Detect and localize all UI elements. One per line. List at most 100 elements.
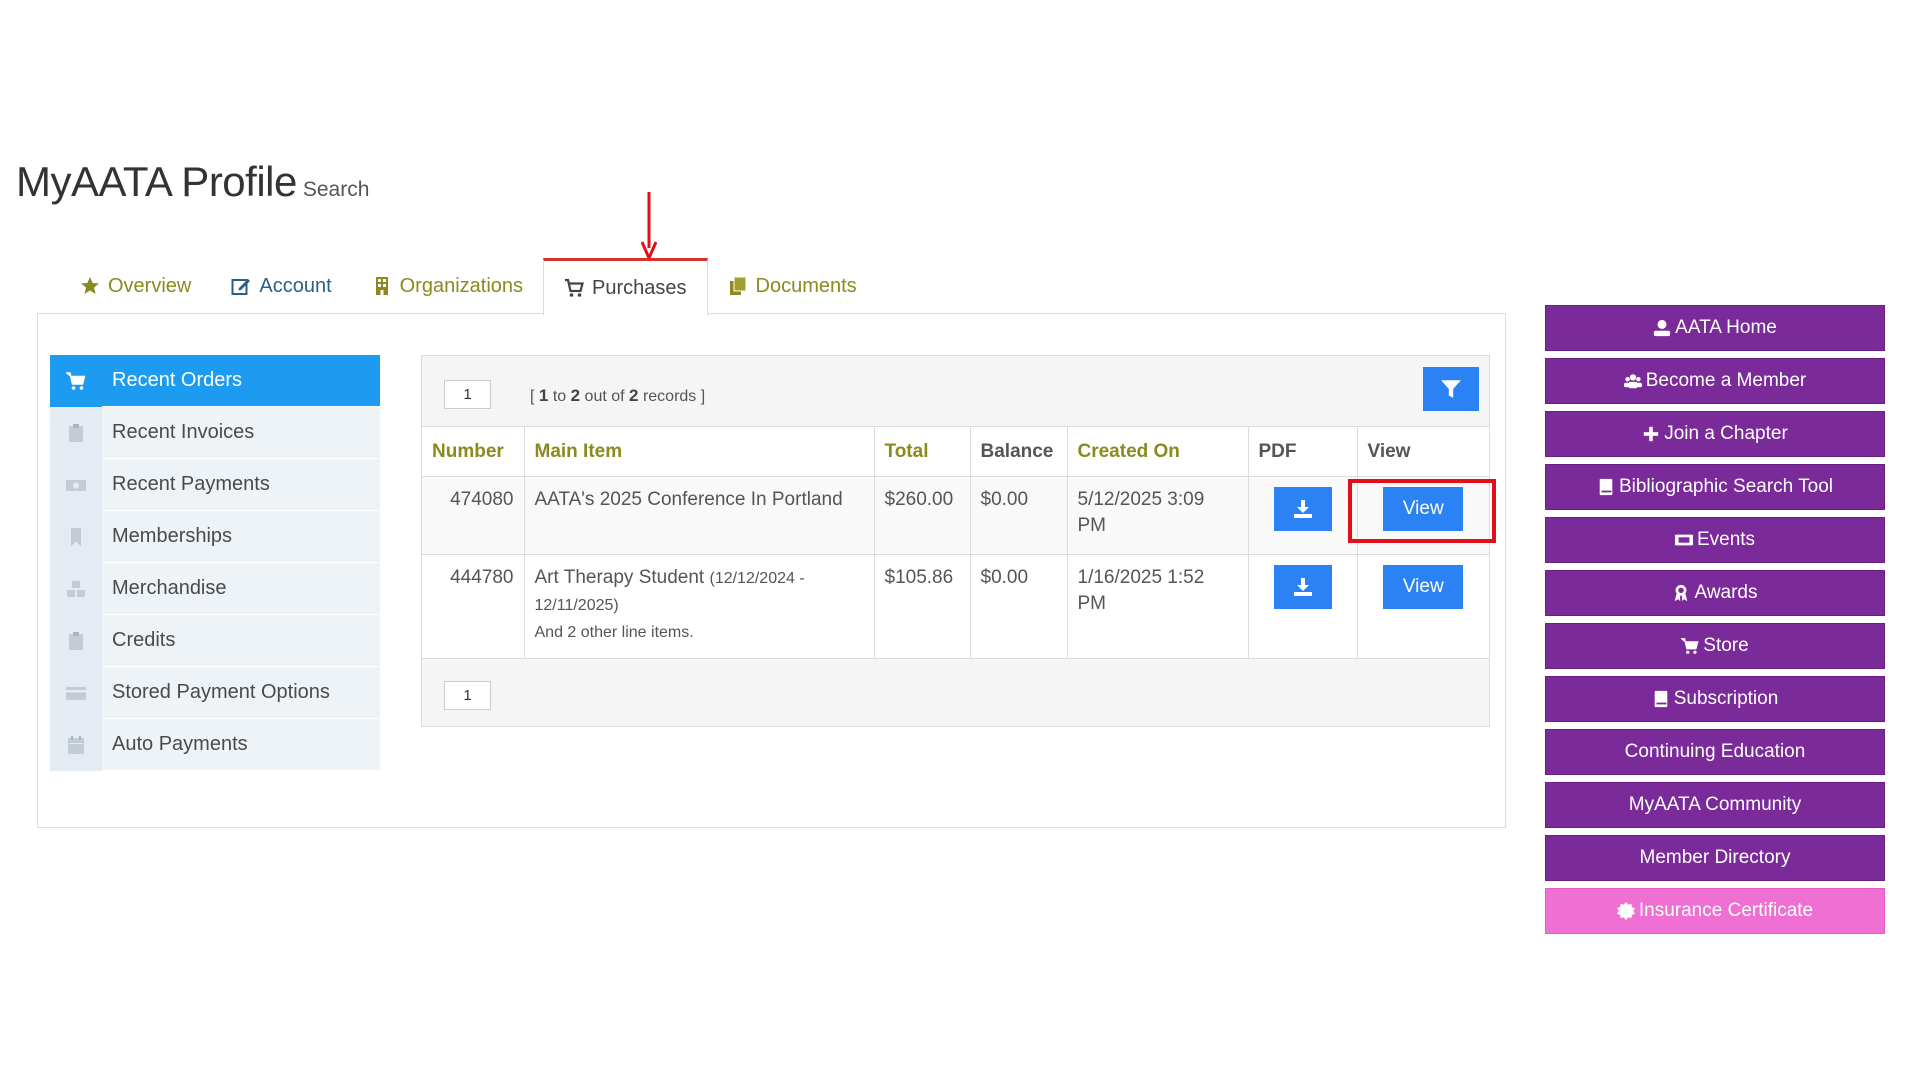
cubes-icon	[50, 562, 102, 615]
sidebar-item-stored-payment-options[interactable]: Stored Payment Options	[50, 666, 380, 719]
table-header-row: Number Main Item Total Balance Created O…	[422, 426, 1489, 477]
records-to: 2	[570, 386, 581, 405]
credit-card-icon	[50, 666, 102, 719]
myaata-community-button[interactable]: MyAATA Community	[1545, 782, 1885, 828]
sidebar-item-label: Merchandise	[112, 577, 227, 599]
menu-label: Insurance Certificate	[1638, 900, 1814, 921]
filter-icon	[1441, 380, 1461, 398]
order-view-cell: View	[1357, 554, 1489, 659]
order-pdf-cell	[1248, 476, 1358, 555]
purchases-sidebar: Recent Orders Recent Invoices Recent Pay…	[50, 354, 380, 771]
calendar-icon	[50, 718, 102, 771]
insurance-certificate-button[interactable]: Insurance Certificate	[1545, 888, 1885, 934]
subscription-button[interactable]: Subscription	[1545, 676, 1885, 722]
column-header-total[interactable]: Total	[874, 426, 971, 477]
store-button[interactable]: Store	[1545, 623, 1885, 669]
order-pdf-cell	[1248, 554, 1358, 659]
table-row: 444780 Art Therapy Student (12/12/2024 -…	[422, 554, 1489, 659]
continuing-education-button[interactable]: Continuing Education	[1545, 729, 1885, 775]
tab-label: Organizations	[399, 274, 524, 297]
cart-icon	[50, 354, 102, 407]
menu-label: Subscription	[1673, 688, 1779, 709]
aata-home-button[interactable]: AATA Home	[1545, 305, 1885, 351]
order-created-on: 1/16/2025 1:52 PM	[1067, 554, 1249, 659]
users-icon	[1623, 374, 1642, 389]
orders-panel: 1 [ 1 to 2 out of 2 records ] Number Mai…	[421, 355, 1490, 727]
column-header-main-item[interactable]: Main Item	[524, 426, 875, 477]
sidebar-item-label: Memberships	[112, 525, 233, 547]
cart-icon	[1681, 638, 1699, 654]
order-balance: $0.00	[970, 554, 1068, 659]
tab-documents[interactable]: Documents	[708, 258, 877, 314]
main-item-name: Art Therapy Student	[534, 567, 705, 588]
column-header-created-on[interactable]: Created On	[1067, 426, 1249, 477]
filter-button[interactable]	[1423, 367, 1479, 411]
user-icon	[1654, 319, 1671, 337]
records-to-word: to	[552, 388, 567, 405]
records-of-word: out of	[584, 388, 625, 405]
records-suffix: records	[642, 388, 697, 405]
sidebar-item-recent-orders[interactable]: Recent Orders	[50, 354, 380, 407]
tab-account[interactable]: Account	[211, 258, 351, 314]
view-order-button[interactable]: View	[1383, 487, 1464, 531]
order-created-on: 5/12/2025 3:09 PM	[1067, 476, 1249, 555]
search-link[interactable]: Search	[303, 178, 370, 201]
member-directory-button[interactable]: Member Directory	[1545, 835, 1885, 881]
tab-label: Documents	[755, 274, 857, 297]
aata-quick-links: AATA Home Become a Member Join a Chapter…	[1545, 305, 1885, 941]
records-total: 2	[629, 386, 639, 405]
awards-button[interactable]: Awards	[1545, 570, 1885, 616]
cart-icon	[565, 278, 584, 297]
orders-table: Number Main Item Total Balance Created O…	[422, 426, 1489, 659]
sidebar-item-credits[interactable]: Credits	[50, 614, 380, 667]
column-header-view: View	[1357, 426, 1489, 477]
tab-label: Purchases	[592, 276, 687, 299]
sidebar-item-label: Recent Orders	[112, 369, 243, 391]
pdf-download-button[interactable]	[1273, 487, 1332, 531]
tab-purchases[interactable]: Purchases	[543, 258, 708, 316]
page-number-button[interactable]: 1	[444, 681, 491, 710]
ticket-icon	[1674, 534, 1693, 546]
events-button[interactable]: Events	[1545, 517, 1885, 563]
records-count: [ 1 to 2 out of 2 records ]	[530, 386, 705, 406]
order-main-item: Art Therapy Student (12/12/2024 - 12/11/…	[524, 554, 875, 659]
plus-icon	[1644, 426, 1659, 442]
page-number-button[interactable]: 1	[444, 380, 491, 409]
records-bracket: [	[530, 388, 535, 405]
sidebar-item-recent-payments[interactable]: Recent Payments	[50, 458, 380, 511]
menu-label: Become a Member	[1645, 370, 1807, 391]
view-order-button[interactable]: View	[1383, 565, 1464, 609]
join-chapter-button[interactable]: Join a Chapter	[1545, 411, 1885, 457]
menu-label: Member Directory	[1639, 847, 1791, 868]
sidebar-item-auto-payments[interactable]: Auto Payments	[50, 718, 380, 771]
book-icon	[1599, 478, 1613, 496]
menu-label: Join a Chapter	[1664, 423, 1788, 444]
table-row: 474080 AATA's 2025 Conference In Portlan…	[422, 476, 1489, 555]
order-total: $105.86	[874, 554, 971, 659]
sidebar-item-label: Credits	[112, 629, 176, 651]
certificate-icon	[1616, 902, 1635, 920]
order-number: 474080	[422, 476, 525, 555]
records-bracket: ]	[700, 388, 706, 405]
main-item-extra: And 2 other line items.	[534, 624, 694, 641]
pdf-download-button[interactable]	[1273, 565, 1332, 609]
tab-overview[interactable]: Overview	[60, 258, 211, 314]
tab-label: Overview	[108, 274, 192, 297]
tab-organizations[interactable]: Organizations	[352, 258, 543, 314]
page-title: MyAATA Profile Search	[16, 158, 369, 206]
sidebar-item-merchandise[interactable]: Merchandise	[50, 562, 380, 615]
order-total: $260.00	[874, 476, 971, 555]
main-item-name: AATA's 2025 Conference In Portland	[534, 489, 843, 510]
building-icon	[375, 277, 388, 295]
column-header-number[interactable]: Number	[422, 426, 525, 477]
menu-label: Events	[1696, 529, 1756, 550]
become-member-button[interactable]: Become a Member	[1545, 358, 1885, 404]
order-balance: $0.00	[970, 476, 1068, 555]
sidebar-item-memberships[interactable]: Memberships	[50, 510, 380, 563]
sidebar-item-label: Stored Payment Options	[112, 681, 330, 703]
sidebar-item-recent-invoices[interactable]: Recent Invoices	[50, 406, 380, 459]
money-icon	[50, 458, 102, 511]
sidebar-item-label: Recent Payments	[112, 473, 270, 495]
bibliographic-search-button[interactable]: Bibliographic Search Tool	[1545, 464, 1885, 510]
annotation-arrow-icon	[641, 192, 657, 260]
